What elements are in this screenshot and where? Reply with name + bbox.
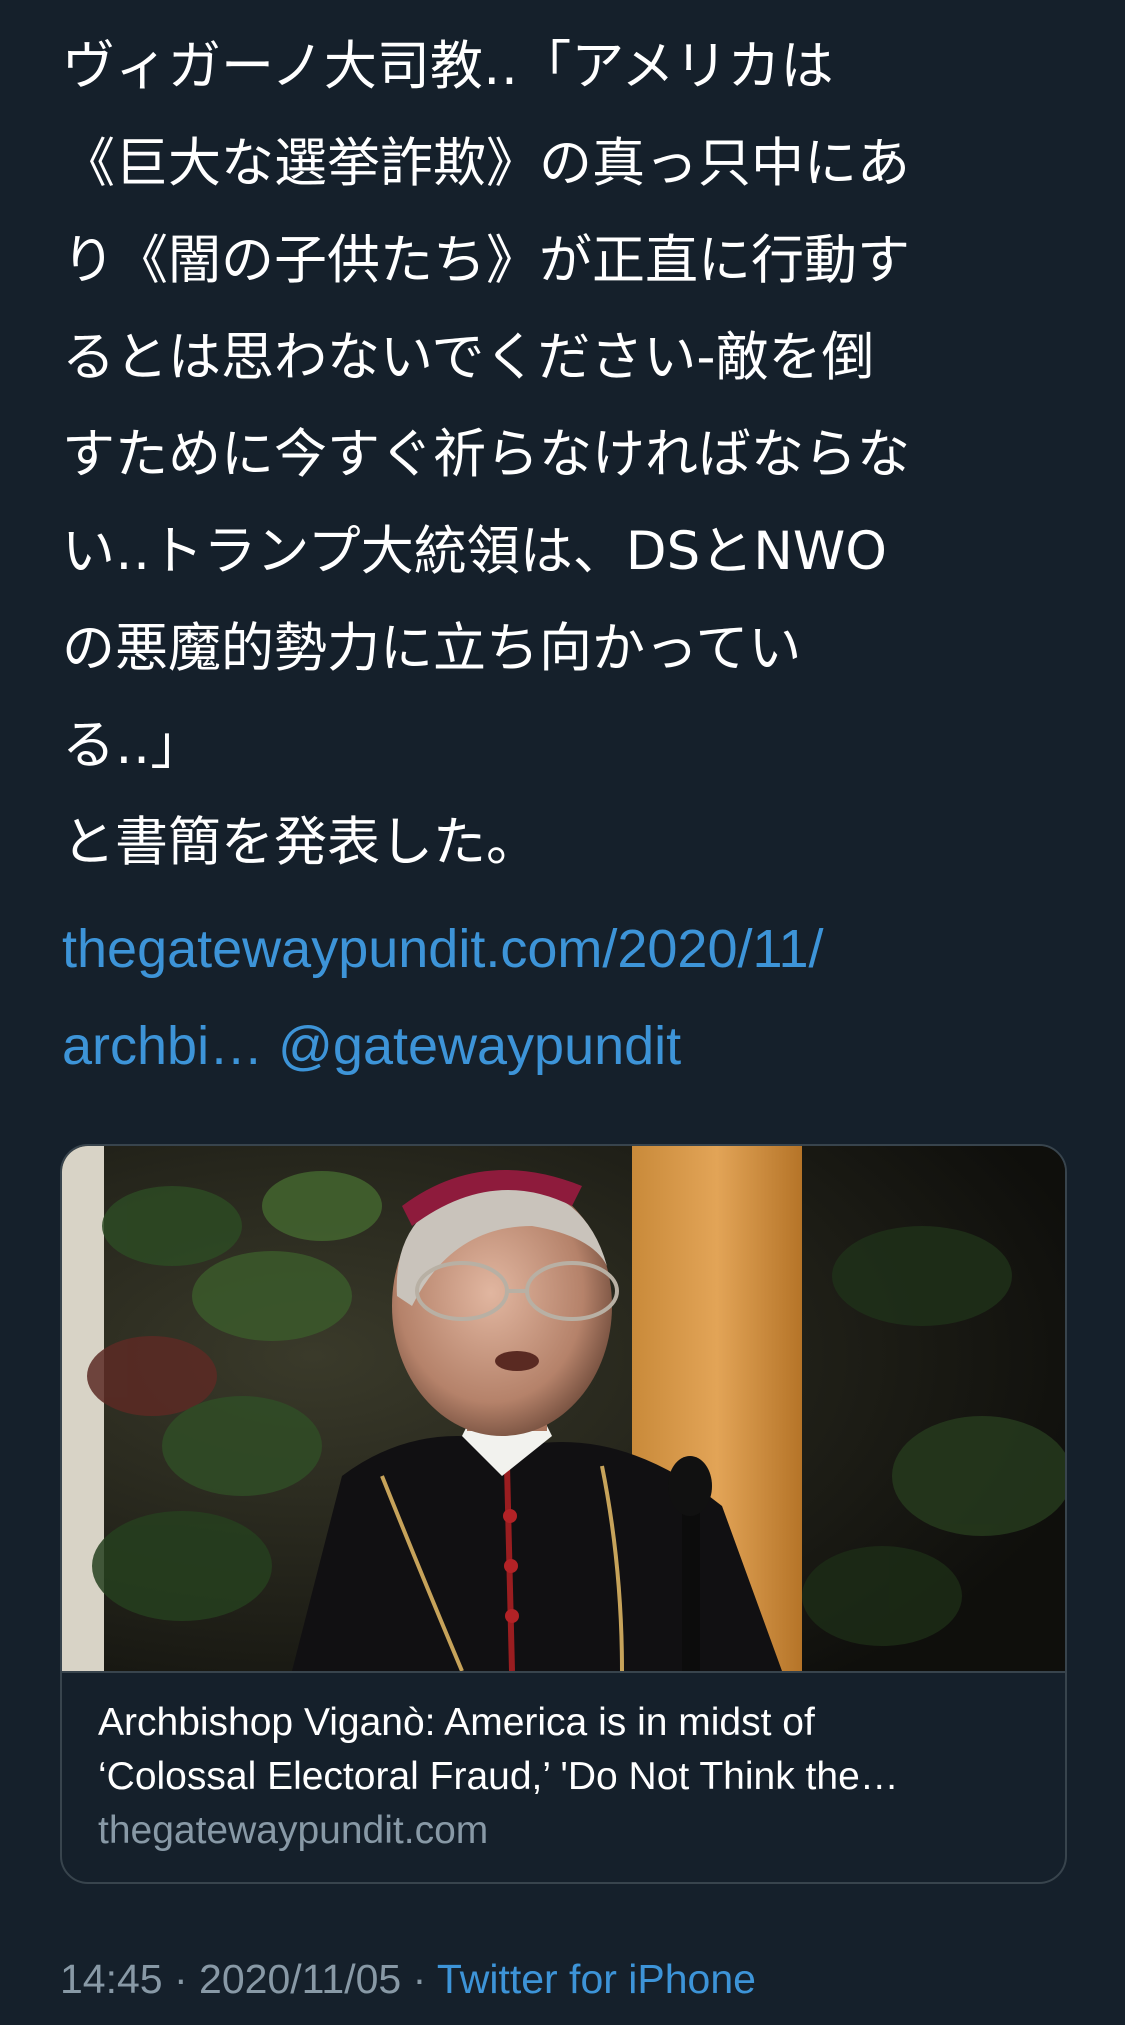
- card-image[interactable]: [62, 1146, 1065, 1671]
- tweet-text-line: すために今すぐ祈らなければならな: [62, 424, 910, 485]
- tweet-time: 14:45: [60, 1956, 163, 2002]
- tweet-links: thegatewaypundit.com/2020/11/ archbi… @g…: [62, 901, 1072, 1095]
- card-title-line: Archbishop Viganò: America is in midst o…: [98, 1701, 815, 1744]
- tweet-text: ヴィガーノ大司教‥「アメリカは 《巨大な選挙詐欺》の真っ只中にあ り《闇の子供た…: [62, 18, 1072, 891]
- card-title[interactable]: Archbishop Viganò: America is in midst o…: [98, 1696, 1038, 1804]
- article-link-continued[interactable]: archbi…: [62, 1016, 263, 1076]
- mention-link[interactable]: @gatewaypundit: [278, 1016, 681, 1076]
- tweet-text-line: ヴィガーノ大司教‥「アメリカは: [62, 36, 834, 97]
- meta-separator: ·: [401, 1956, 437, 2002]
- tweet-text-line: い‥トランプ大統領は、DSとNWO: [62, 521, 888, 582]
- card-info[interactable]: Archbishop Viganò: America is in midst o…: [98, 1696, 1038, 1858]
- card-domain: thegatewaypundit.com: [98, 1809, 489, 1852]
- tweet-text-line: と書簡を発表した。: [62, 812, 539, 873]
- card-title-line: ‘Colossal Electoral Fraud,’ 'Do Not Thin…: [98, 1755, 899, 1798]
- archbishop-photo: [62, 1146, 1065, 1671]
- tweet-source-link[interactable]: Twitter for iPhone: [437, 1956, 756, 2002]
- tweet-text-line: るとは思わないでください-敵を倒: [62, 327, 875, 388]
- tweet-text-line: の悪魔的勢力に立ち向かってい: [62, 618, 802, 679]
- tweet-body: ヴィガーノ大司教‥「アメリカは 《巨大な選挙詐欺》の真っ只中にあ り《闇の子供た…: [62, 18, 1072, 1095]
- article-link[interactable]: thegatewaypundit.com/2020/11/: [62, 919, 824, 979]
- tweet-text-line: 《巨大な選挙詐欺》の真っ只中にあ: [62, 133, 910, 194]
- tweet-meta: 14:45 · 2020/11/05 · Twitter for iPhone: [60, 1951, 756, 2007]
- card-divider: [62, 1671, 1065, 1673]
- tweet-text-line: る‥」: [62, 715, 204, 776]
- tweet-text-line: り《闇の子供たち》が正直に行動す: [62, 230, 910, 291]
- link-preview-card[interactable]: Archbishop Viganò: America is in midst o…: [60, 1144, 1067, 1884]
- meta-separator: ·: [162, 1956, 200, 2002]
- tweet-date: 2020/11/05: [199, 1956, 402, 2002]
